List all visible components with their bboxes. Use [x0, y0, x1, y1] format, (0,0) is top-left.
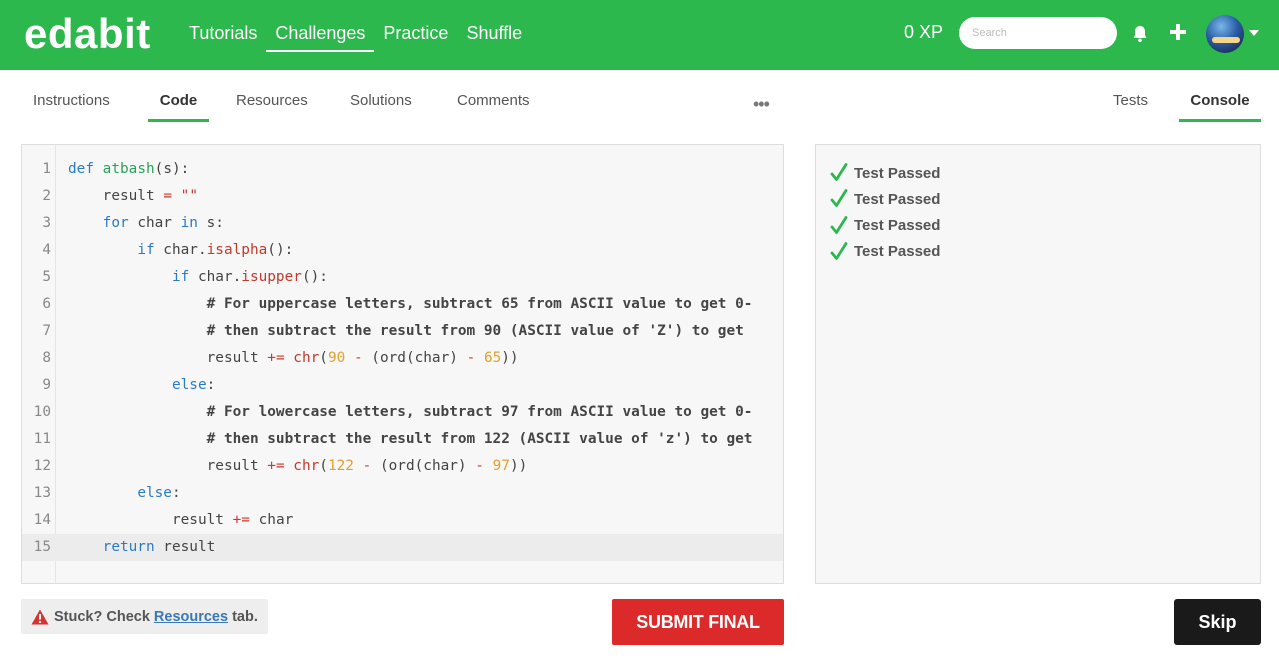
test-result: Test Passed — [830, 162, 940, 184]
code-line[interactable]: 3 for char in s: — [22, 210, 783, 237]
code-line[interactable]: 1 def atbash(s): — [22, 156, 783, 183]
line-number: 7 — [42, 323, 51, 339]
code-line[interactable]: 12 result += chr(122 - (ord(char) - 97)) — [22, 453, 783, 480]
code-text[interactable]: def atbash(s): — [68, 156, 189, 183]
bell-icon[interactable] — [1130, 24, 1150, 44]
main-nav: Tutorials Challenges Practice Shuffle — [180, 0, 531, 70]
line-number: 13 — [33, 485, 51, 501]
submit-final-button[interactable]: SUBMIT FINAL — [612, 599, 784, 645]
code-line[interactable]: 5 if char.isupper(): — [22, 264, 783, 291]
code-line[interactable]: 9 else: — [22, 372, 783, 399]
nav-shuffle[interactable]: Shuffle — [457, 18, 531, 52]
top-navbar: edabit Tutorials Challenges Practice Shu… — [0, 0, 1279, 70]
checkmark-icon — [830, 163, 848, 181]
line-number: 15 — [33, 539, 51, 555]
code-line[interactable]: 2 result = "" — [22, 183, 783, 210]
nav-practice[interactable]: Practice — [374, 18, 457, 52]
tab-resources[interactable]: Resources — [236, 92, 308, 122]
chevron-down-icon[interactable] — [1249, 30, 1259, 36]
code-line[interactable]: 10 # For lowercase letters, subtract 97 … — [22, 399, 783, 426]
checkmark-icon — [830, 189, 848, 208]
code-text[interactable]: # then subtract the result from 122 (ASC… — [68, 426, 753, 453]
code-text[interactable]: result += chr(90 - (ord(char) - 65)) — [68, 345, 519, 372]
checkmark-icon — [830, 215, 848, 234]
test-result: Test Passed — [830, 241, 940, 263]
tab-tests[interactable]: Tests — [1113, 92, 1148, 122]
skip-button[interactable]: Skip — [1174, 599, 1261, 645]
code-text[interactable]: if char.isupper(): — [68, 264, 328, 291]
code-text[interactable]: else: — [68, 372, 215, 399]
line-number: 3 — [42, 215, 51, 231]
code-line[interactable]: 15 return result — [22, 534, 783, 561]
code-text[interactable]: # For lowercase letters, subtract 97 fro… — [68, 399, 753, 426]
test-result: Test Passed — [830, 188, 940, 210]
code-editor[interactable]: 1 def atbash(s): 2 result = "" 3 for char i… — [21, 144, 784, 584]
code-line[interactable]: 13 else: — [22, 480, 783, 507]
stuck-suffix: tab. — [232, 608, 258, 625]
line-number: 11 — [33, 431, 51, 447]
code-line[interactable]: 7 # then subtract the result from 90 (AS… — [22, 318, 783, 345]
code-text[interactable]: return result — [68, 534, 216, 561]
test-result-label: Test Passed — [854, 243, 941, 261]
line-number: 1 — [42, 161, 51, 177]
code-line[interactable]: 4 if char.isalpha(): — [22, 237, 783, 264]
code-line[interactable]: 11 # then subtract the result from 122 (… — [22, 426, 783, 453]
line-number: 6 — [42, 296, 51, 312]
code-text[interactable]: result += char — [68, 507, 293, 534]
code-line[interactable]: 8 result += chr(90 - (ord(char) - 65)) — [22, 345, 783, 372]
stuck-hint: Stuck? Check Resources tab. — [21, 599, 268, 634]
more-options-icon[interactable]: ••• — [753, 94, 770, 115]
test-result-label: Test Passed — [854, 164, 941, 182]
edabit-logo[interactable]: edabit — [24, 10, 151, 58]
nav-challenges[interactable]: Challenges — [266, 18, 375, 52]
code-text[interactable]: result = "" — [68, 183, 198, 210]
code-text[interactable]: result += chr(122 - (ord(char) - 97)) — [68, 453, 528, 480]
line-number: 14 — [33, 512, 51, 528]
code-line[interactable]: 14 result += char — [22, 507, 783, 534]
test-result: Test Passed — [830, 215, 940, 237]
line-number: 5 — [42, 269, 51, 285]
plus-icon[interactable] — [1168, 22, 1188, 42]
xp-counter: 0 XP — [904, 22, 944, 42]
search-input[interactable] — [959, 17, 1117, 49]
code-text[interactable]: for char in s: — [68, 210, 224, 237]
line-number: 12 — [33, 458, 51, 474]
line-number: 4 — [42, 242, 51, 258]
code-line[interactable]: 6 # For uppercase letters, subtract 65 f… — [22, 291, 783, 318]
line-number: 2 — [42, 188, 51, 204]
code-text[interactable]: # For uppercase letters, subtract 65 fro… — [68, 291, 753, 318]
tab-code[interactable]: Code — [148, 92, 209, 122]
code-text[interactable]: # then subtract the result from 90 (ASCI… — [68, 318, 744, 345]
resources-link[interactable]: Resources — [154, 609, 228, 625]
warning-icon — [31, 609, 49, 624]
tab-console[interactable]: Console — [1179, 92, 1261, 122]
line-number: 8 — [42, 350, 51, 366]
console-panel: Test Passed Test Passed Test Passed Test Pa… — [815, 144, 1261, 584]
nav-tutorials[interactable]: Tutorials — [180, 18, 266, 52]
code-text[interactable]: else: — [68, 480, 180, 507]
tab-solutions[interactable]: Solutions — [350, 92, 412, 122]
tab-instructions[interactable]: Instructions — [33, 92, 110, 122]
checkmark-icon — [830, 241, 848, 260]
stuck-prefix: Stuck? Check — [54, 608, 150, 625]
test-result-label: Test Passed — [854, 217, 941, 235]
avatar[interactable] — [1206, 15, 1244, 53]
test-result-label: Test Passed — [854, 190, 941, 208]
line-number: 10 — [33, 404, 51, 420]
tab-comments[interactable]: Comments — [457, 92, 530, 122]
line-number: 9 — [42, 377, 51, 393]
code-text[interactable]: if char.isalpha(): — [68, 237, 293, 264]
